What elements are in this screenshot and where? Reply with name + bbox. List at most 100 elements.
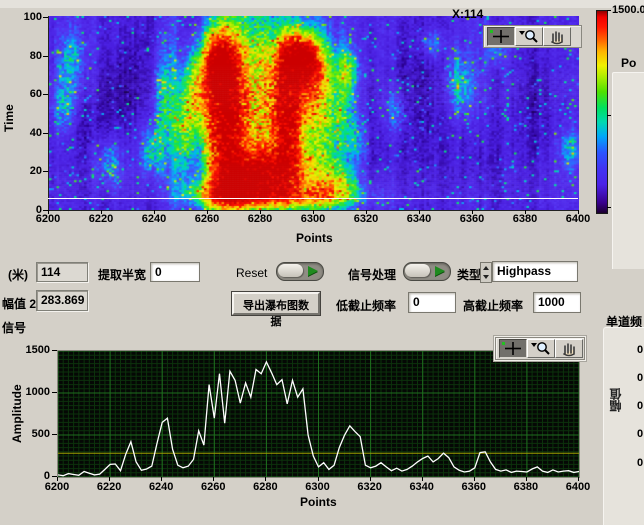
- time-cursor-line[interactable]: [48, 198, 578, 199]
- clipped-power-label: Po: [621, 56, 636, 70]
- filter-type-dropdown[interactable]: Highpass: [492, 261, 578, 282]
- x-tick-label: 6260: [190, 213, 224, 225]
- signal-proc-label: 信号处理: [348, 266, 396, 283]
- x-tick-mark: [474, 477, 475, 481]
- type-label: 类型: [457, 266, 481, 283]
- x-tick-label: 6280: [248, 481, 282, 493]
- x-tick-label: 6320: [349, 213, 383, 225]
- x-tick-mark: [213, 477, 214, 481]
- cursor-readout: X:114: [452, 7, 483, 21]
- y-tick-label: 1500: [20, 344, 50, 356]
- meter-label: (米): [8, 266, 28, 283]
- pan-tool-button[interactable]: [543, 27, 571, 46]
- x-tick-label: 6400: [561, 213, 595, 225]
- cursor-tool-button[interactable]: [499, 339, 527, 358]
- x-tick-mark: [313, 210, 314, 214]
- x-tick-label: 6240: [144, 481, 178, 493]
- high-cut-label: 高截止频率: [463, 297, 523, 314]
- x-tick-mark: [366, 210, 367, 214]
- low-cut-label: 低截止频率: [336, 297, 396, 314]
- x-tick-label: 6380: [509, 481, 543, 493]
- y-tick-label: 40: [14, 127, 42, 139]
- meter-indicator: 114: [36, 262, 88, 282]
- high-cut-input[interactable]: 1000: [533, 292, 581, 313]
- low-cut-input[interactable]: 0: [408, 292, 456, 313]
- color-scale-tick-mark: [607, 10, 611, 11]
- bottom-graph-palette: [495, 337, 585, 360]
- zoom-tool-button[interactable]: [515, 27, 543, 46]
- cursor-tool-led: [502, 342, 505, 345]
- x-tick-mark: [525, 210, 526, 214]
- x-tick-label: 6320: [353, 481, 387, 493]
- y-tick-label: 60: [14, 88, 42, 100]
- x-tick-mark: [422, 477, 423, 481]
- top-chart-x-axis-title: Points: [296, 231, 333, 245]
- right-upper-panel: [612, 72, 644, 269]
- spinner-up-icon[interactable]: [483, 266, 489, 270]
- y-tick-label: 1000: [20, 386, 50, 398]
- x-tick-label: 6340: [402, 213, 436, 225]
- x-tick-mark: [370, 477, 371, 481]
- x-tick-mark: [207, 210, 208, 214]
- x-tick-mark: [57, 477, 58, 481]
- half-width-input[interactable]: 0: [150, 262, 200, 282]
- x-tick-label: 6300: [301, 481, 335, 493]
- x-tick-label: 6400: [561, 481, 595, 493]
- x-tick-label: 6340: [405, 481, 439, 493]
- x-tick-label: 6240: [137, 213, 171, 225]
- magnifier-icon: [528, 340, 554, 357]
- x-tick-label: 6360: [457, 481, 491, 493]
- x-tick-label: 6380: [508, 213, 542, 225]
- half-width-label: 提取半宽: [98, 266, 146, 283]
- reset-toggle-knob: [278, 264, 303, 277]
- y-tick-label: 100: [14, 11, 42, 23]
- x-tick-mark: [161, 477, 162, 481]
- hand-icon: [556, 340, 582, 357]
- x-tick-label: 6260: [196, 481, 230, 493]
- spinner-down-icon[interactable]: [483, 275, 489, 279]
- x-tick-label: 6200: [31, 213, 65, 225]
- amp2-label: 幅值 2: [2, 295, 36, 312]
- export-waterfall-button[interactable]: 导出瀑布图数据: [232, 292, 320, 315]
- clipped-tick-fragment: 0: [637, 344, 643, 357]
- x-tick-mark: [48, 210, 49, 214]
- signal-proc-toggle-arrow-icon: [435, 266, 445, 276]
- x-tick-label: 6360: [455, 213, 489, 225]
- labview-front-panel: Time 100806040200 6200622062406260628063…: [0, 0, 644, 525]
- x-tick-mark: [154, 210, 155, 214]
- reset-label: Reset: [236, 266, 267, 280]
- type-ring-spinner[interactable]: [480, 262, 492, 283]
- x-tick-label: 6220: [92, 481, 126, 493]
- clipped-tick-fragment: 0: [637, 372, 643, 385]
- pan-tool-button[interactable]: [555, 339, 583, 358]
- x-tick-mark: [578, 477, 579, 481]
- color-scale-gradient: [596, 10, 608, 214]
- x-tick-mark: [472, 210, 473, 214]
- color-scale-tick-label: 1500.0: [612, 4, 644, 16]
- signal-proc-toggle[interactable]: [403, 262, 451, 281]
- y-tick-label: 80: [14, 50, 42, 62]
- x-tick-label: 6220: [84, 213, 118, 225]
- color-scale-tick-mark: [607, 115, 611, 116]
- x-tick-mark: [101, 210, 102, 214]
- amp2-indicator: 283.869: [36, 290, 88, 311]
- reset-toggle[interactable]: [276, 262, 324, 281]
- cursor-tool-led: [490, 30, 493, 33]
- y-tick-label: 500: [20, 428, 50, 440]
- zoom-tool-button[interactable]: [527, 339, 555, 358]
- signal-plot[interactable]: [57, 350, 580, 478]
- clipped-tick-fragment: 0: [637, 428, 643, 441]
- signal-trace-svg: [58, 351, 579, 477]
- cursor-tool-button[interactable]: [487, 27, 515, 46]
- x-tick-mark: [260, 210, 261, 214]
- y-tick-label: 20: [14, 165, 42, 177]
- window-top-strip: [0, 0, 644, 8]
- x-tick-mark: [526, 477, 527, 481]
- hand-icon: [544, 28, 570, 45]
- x-tick-label: 6280: [243, 213, 277, 225]
- reset-toggle-arrow-icon: [308, 266, 318, 276]
- color-scale-tick-mark: [607, 207, 611, 208]
- magnifier-icon: [516, 28, 542, 45]
- clipped-tick-fragment: 0: [637, 400, 643, 413]
- top-graph-palette: [483, 25, 582, 48]
